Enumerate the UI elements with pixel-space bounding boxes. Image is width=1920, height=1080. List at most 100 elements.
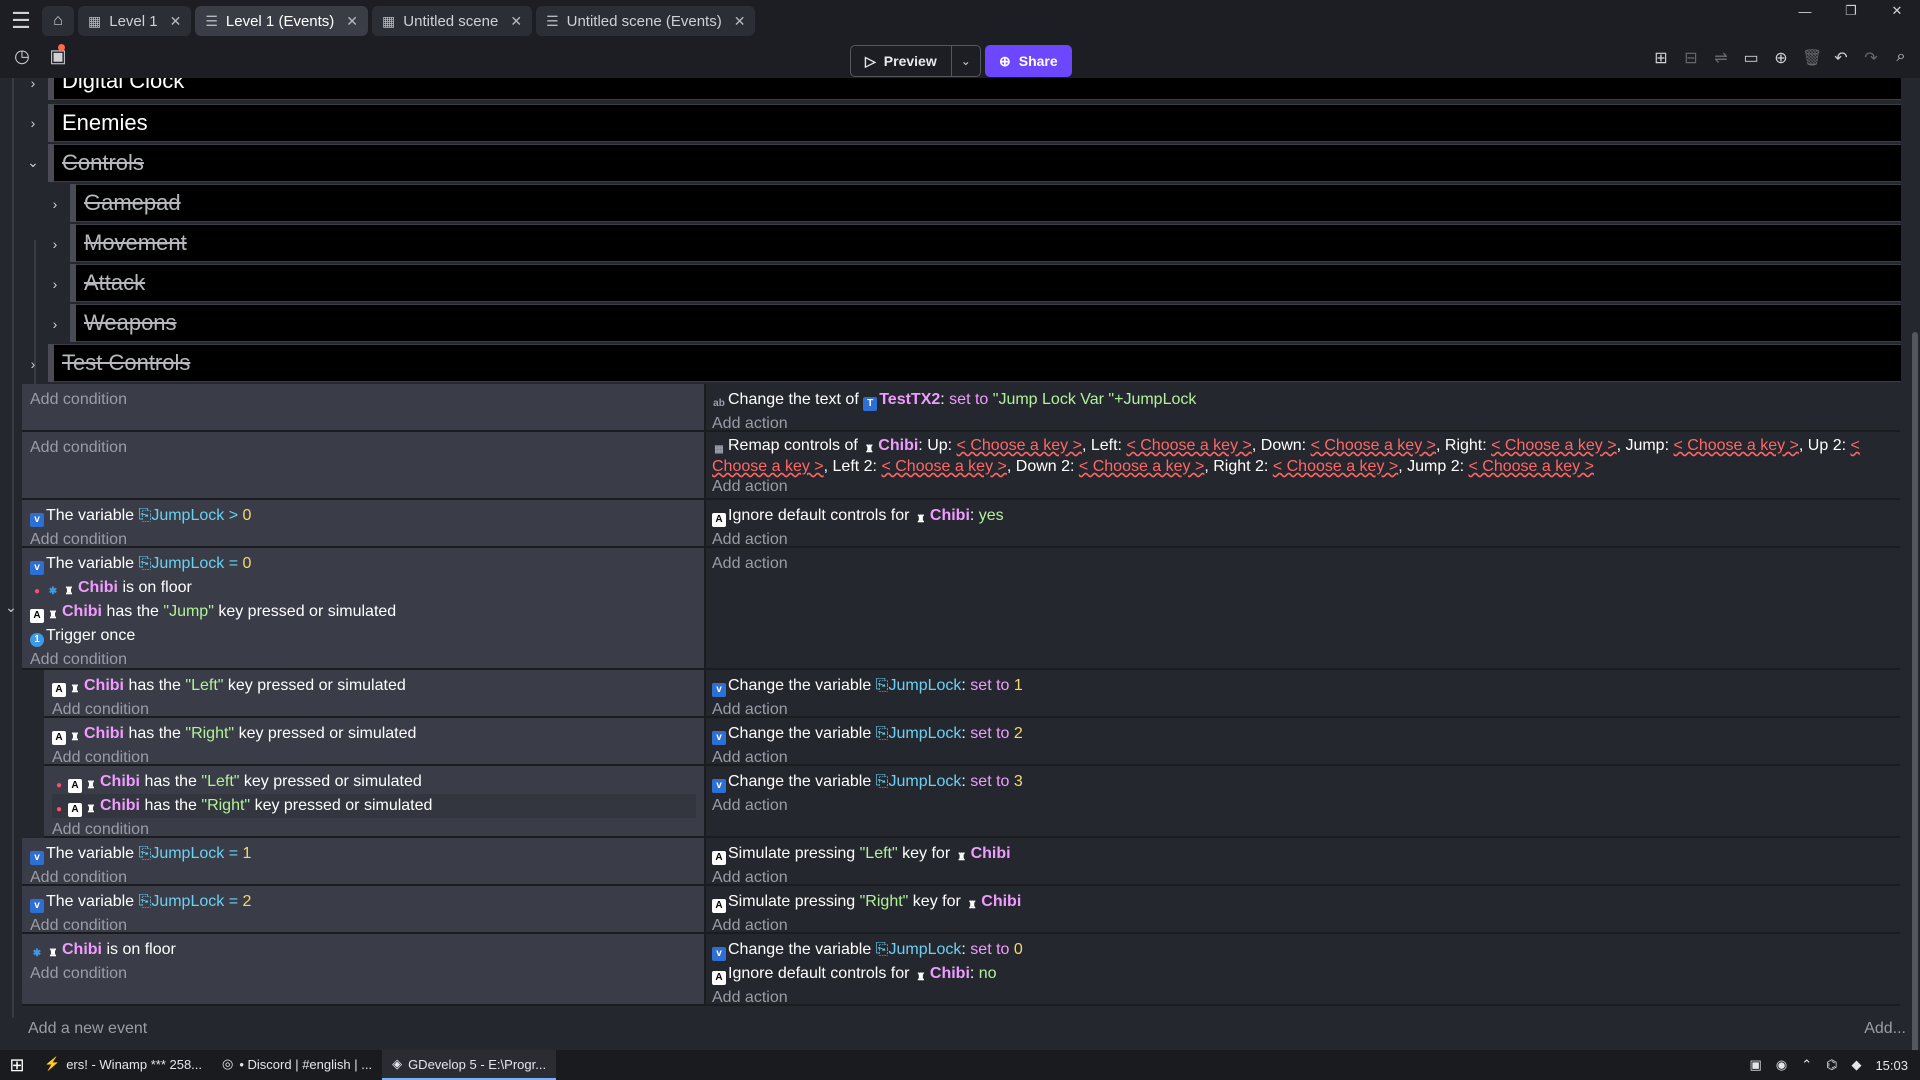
tray-app-icon[interactable]: ▣ — [1750, 1057, 1762, 1073]
add-condition[interactable]: Add condition — [30, 648, 696, 672]
condition-on-floor[interactable]: ✱ ♜ Chibi is on floor — [30, 938, 696, 962]
actions-cell[interactable]: ▦ Remap controls of ♜ Chibi: Up: < Choose … — [706, 432, 1900, 498]
add-else-icon[interactable]: ⇌ — [1712, 48, 1730, 68]
action-change-variable[interactable]: v Change the variable ⎘JumpLock: set to 2 — [712, 722, 1894, 746]
event-row[interactable]: v The variable ⎘JumpLock = 2 Add conditio… — [22, 886, 1900, 934]
chevron-down-icon[interactable]: ⌄ — [952, 46, 980, 76]
taskbar-discord[interactable]: ◎ • Discord | #english | ... — [212, 1050, 382, 1080]
action-ignore-controls[interactable]: A Ignore default controls for ♜ Chibi: no — [712, 962, 1894, 986]
group-gamepad[interactable]: Gamepad — [76, 184, 1901, 222]
search-icon[interactable]: ⌕ — [1892, 48, 1910, 68]
windows-start-icon[interactable]: ⊞ — [0, 1055, 34, 1076]
subevent-row[interactable]: A ♜ Chibi has the "Right" key pressed or s… — [44, 718, 1900, 766]
undo-icon[interactable]: ↶ — [1832, 48, 1850, 68]
chevron-right-icon[interactable]: › — [26, 78, 40, 91]
delete-icon[interactable]: 🗑 — [1802, 48, 1822, 68]
add-action[interactable]: Add action — [712, 552, 1894, 576]
conditions-cell[interactable]: A ♜ Chibi has the "Left" key pressed or si… — [44, 670, 706, 718]
scrollbar[interactable] — [1912, 332, 1918, 1050]
conditions-cell[interactable]: v The variable ⎘JumpLock = 0 ● ✱ ♜ Chibi is … — [22, 548, 706, 668]
home-tab-icon[interactable]: ⌂ — [42, 6, 74, 36]
condition-variable[interactable]: v The variable ⎘JumpLock = 1 — [30, 842, 696, 866]
event-row[interactable]: v The variable ⎘JumpLock > 0 Add conditio… — [22, 500, 1900, 548]
close-icon[interactable]: ✕ — [734, 13, 746, 30]
action-remap-controls[interactable]: ▦ Remap controls of ♜ Chibi: Up: < Choose … — [712, 436, 1894, 477]
add-plus-icon[interactable]: ⊕ — [1772, 48, 1790, 68]
tab-untitled-scene-events[interactable]: ☰ Untitled scene (Events) ✕ — [536, 6, 756, 36]
subevent-row[interactable]: ● A ♜ Chibi has the "Left" key pressed or s… — [44, 766, 1900, 838]
action-change-variable[interactable]: v Change the variable ⎘JumpLock: set to 1 — [712, 674, 1894, 698]
chevron-down-icon[interactable]: ⌄ — [26, 154, 40, 171]
condition-key-jump[interactable]: A ♜ Chibi has the "Jump" key pressed or si… — [30, 600, 696, 624]
add-event-icon[interactable]: ⊞ — [1652, 48, 1670, 68]
add-more-button[interactable]: Add... — [1864, 1020, 1906, 1038]
actions-cell[interactable]: v Change the variable ⎘JumpLock: set to 0… — [706, 934, 1900, 1006]
clock[interactable]: 15:03 — [1875, 1058, 1908, 1073]
condition-key-left-inverted[interactable]: ● A ♜ Chibi has the "Left" key pressed or s… — [52, 770, 696, 794]
condition-key-right-inverted[interactable]: ● A ♜ Chibi has the "Right" key pressed or … — [52, 794, 696, 818]
group-controls[interactable]: Controls — [54, 144, 1901, 182]
chevron-right-icon[interactable]: › — [26, 115, 40, 131]
group-digital-clock[interactable]: Digital Clock — [54, 78, 1901, 100]
action-simulate-left[interactable]: A Simulate pressing "Left" key for ♜ Chibi — [712, 842, 1894, 866]
event-row[interactable]: v The variable ⎘JumpLock = 1 Add conditio… — [22, 838, 1900, 886]
conditions-cell[interactable]: Add condition — [22, 432, 706, 498]
action-simulate-right[interactable]: A Simulate pressing "Right" key for ♜ Chib… — [712, 890, 1894, 914]
tray-app-icon[interactable]: ◉ — [1776, 1057, 1787, 1073]
actions-cell[interactable]: A Ignore default controls for ♜ Chibi: yes… — [706, 500, 1900, 548]
group-movement[interactable]: Movement — [76, 224, 1901, 262]
conditions-cell[interactable]: A ♜ Chibi has the "Right" key pressed or s… — [44, 718, 706, 766]
taskbar-winamp[interactable]: ⚡ ers! - Winamp *** 258... — [34, 1050, 212, 1080]
add-condition[interactable]: Add condition — [30, 388, 696, 412]
tab-untitled-scene[interactable]: ▦ Untitled scene ✕ — [372, 6, 533, 36]
chevron-right-icon[interactable]: › — [48, 276, 62, 292]
event-row[interactable]: ✱ ♜ Chibi is on floor Add condition v Chang… — [22, 934, 1900, 1006]
add-comment-icon[interactable]: ▭ — [1742, 48, 1760, 68]
actions-cell[interactable]: v Change the variable ⎘JumpLock: set to 3… — [706, 766, 1900, 836]
action-change-variable[interactable]: v Change the variable ⎘JumpLock: set to 3 — [712, 770, 1894, 794]
tab-level1-events[interactable]: ☰ Level 1 (Events) ✕ — [195, 6, 369, 36]
chevron-right-icon[interactable]: › — [48, 196, 62, 212]
event-row[interactable]: Add condition ▦ Remap controls of ♜ Chibi:… — [22, 432, 1900, 500]
tray-network-icon[interactable]: ⌬ — [1826, 1057, 1837, 1073]
group-attack[interactable]: Attack — [76, 264, 1901, 302]
hamburger-menu-icon[interactable]: ☰ — [0, 0, 42, 42]
group-test-controls[interactable]: Test Controls — [54, 344, 1901, 382]
actions-cell[interactable]: v Change the variable ⎘JumpLock: set to 1… — [706, 670, 1900, 718]
condition-variable[interactable]: v The variable ⎘JumpLock = 0 — [30, 552, 696, 576]
close-icon[interactable]: ✕ — [346, 13, 358, 30]
add-action[interactable]: Add action — [712, 986, 1894, 1010]
actions-cell[interactable]: A Simulate pressing "Left" key for ♜ Chibi… — [706, 838, 1900, 886]
taskbar-gdevelop[interactable]: ◈ GDevelop 5 - E:\Progr... — [382, 1050, 557, 1080]
tab-level1[interactable]: ▦ Level 1 ✕ — [78, 6, 192, 36]
restore-icon[interactable]: ❐ — [1828, 0, 1874, 22]
conditions-cell[interactable]: ● A ♜ Chibi has the "Left" key pressed or s… — [44, 766, 706, 838]
conditions-cell[interactable]: v The variable ⎘JumpLock = 2 Add conditio… — [22, 886, 706, 934]
actions-cell[interactable]: A Simulate pressing "Right" key for ♜ Chib… — [706, 886, 1900, 934]
add-action[interactable]: Add action — [712, 794, 1894, 818]
subevent-row[interactable]: A ♜ Chibi has the "Left" key pressed or si… — [44, 670, 1900, 718]
actions-cell[interactable]: ab Change the text of T TestTX2: set to "J… — [706, 384, 1900, 432]
minimize-icon[interactable]: — — [1782, 0, 1828, 22]
condition-on-floor[interactable]: ● ✱ ♜ Chibi is on floor — [30, 576, 696, 600]
tray-app-icon[interactable]: ◆ — [1851, 1057, 1861, 1073]
close-icon[interactable]: ✕ — [170, 13, 182, 30]
action-change-variable[interactable]: v Change the variable ⎘JumpLock: set to 0 — [712, 938, 1894, 962]
condition-variable[interactable]: v The variable ⎘JumpLock = 2 — [30, 890, 696, 914]
condition-variable[interactable]: v The variable ⎘JumpLock > 0 — [30, 504, 696, 528]
share-button[interactable]: ⊕ Share — [985, 45, 1072, 77]
event-row[interactable]: Add condition ab Change the text of T Test… — [22, 384, 1900, 432]
preview-button[interactable]: ▷ Preview — [851, 46, 952, 76]
close-icon[interactable]: ✕ — [510, 13, 522, 30]
chevron-right-icon[interactable]: › — [48, 236, 62, 252]
conditions-cell[interactable]: v The variable ⎘JumpLock = 1 Add conditio… — [22, 838, 706, 886]
redo-icon[interactable]: ↷ — [1862, 48, 1880, 68]
action-ignore-controls[interactable]: A Ignore default controls for ♜ Chibi: yes — [712, 504, 1894, 528]
close-window-icon[interactable]: ✕ — [1874, 0, 1920, 22]
conditions-cell[interactable]: ✱ ♜ Chibi is on floor Add condition — [22, 934, 706, 1004]
chevron-right-icon[interactable]: › — [48, 316, 62, 332]
add-condition[interactable]: Add condition — [30, 962, 696, 986]
chevron-right-icon[interactable]: › — [26, 356, 40, 372]
add-new-event[interactable]: Add a new event — [28, 1020, 147, 1038]
action-change-text[interactable]: ab Change the text of T TestTX2: set to "J… — [712, 388, 1894, 412]
